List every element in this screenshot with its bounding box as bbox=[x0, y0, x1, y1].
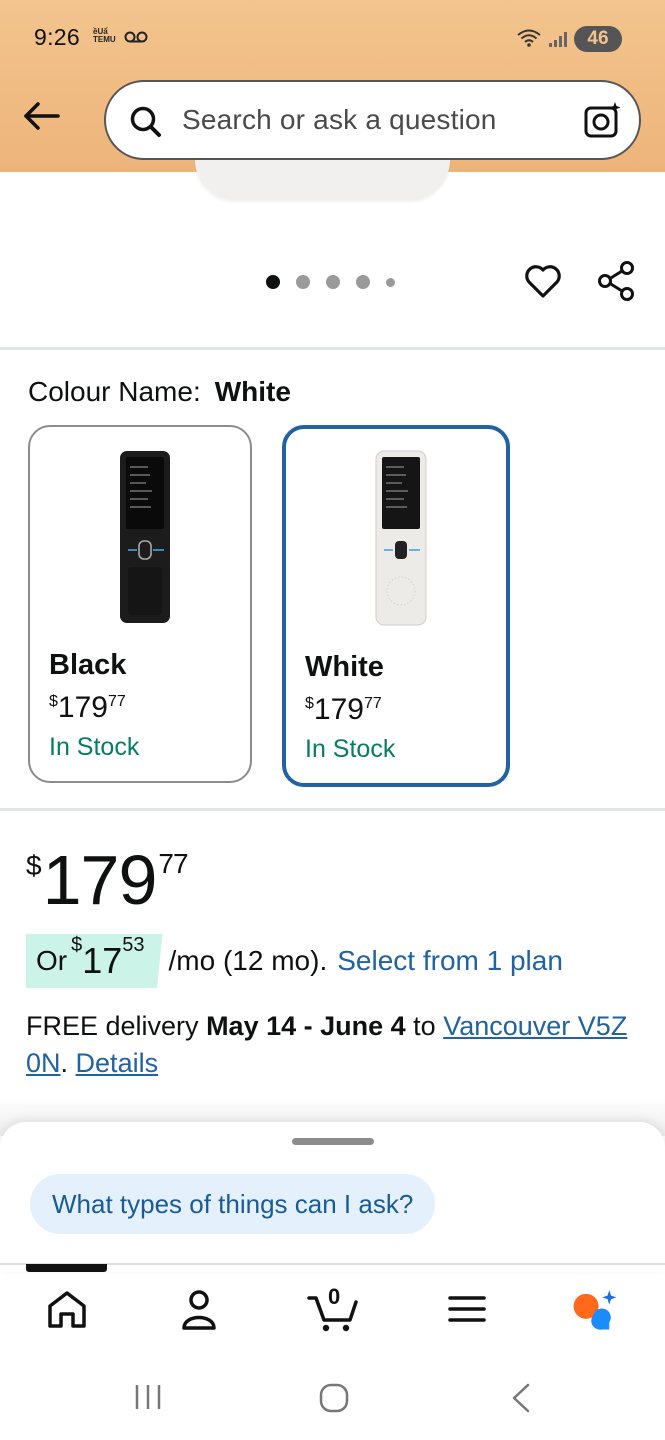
carousel-dot[interactable] bbox=[356, 275, 370, 289]
price-fraction: 77 bbox=[363, 695, 382, 712]
carousel-dot[interactable] bbox=[266, 275, 280, 289]
carousel-dots bbox=[266, 274, 411, 290]
price-whole: 179 bbox=[42, 841, 158, 919]
menu-icon[interactable] bbox=[442, 1284, 492, 1334]
notif-line-2: TEMU bbox=[93, 35, 116, 44]
installment-term: /mo (12 mo). bbox=[168, 945, 328, 976]
signal-icon bbox=[549, 32, 567, 47]
assistant-bottom-sheet: What types of things can I ask? bbox=[0, 1122, 665, 1272]
delivery-prefix: FREE delivery bbox=[26, 1011, 199, 1041]
price-whole: 179 bbox=[57, 691, 108, 724]
bottom-nav: 0 bbox=[0, 1272, 665, 1350]
product-price: $17977 bbox=[26, 840, 189, 920]
price-fraction: 77 bbox=[158, 848, 188, 879]
cart-button[interactable]: 0 bbox=[306, 1284, 362, 1334]
section-divider bbox=[0, 808, 665, 811]
installment-fraction: 53 bbox=[122, 934, 145, 956]
installment-prefix: Or bbox=[36, 945, 68, 976]
installment-badge: Or $1753 bbox=[26, 934, 163, 988]
delivery-period: . bbox=[60, 1048, 69, 1078]
temu-notification-icon: ềUẩ TEMU bbox=[93, 28, 116, 44]
colour-option-black[interactable]: Black $17977 In Stock bbox=[28, 425, 252, 783]
status-time: 9:26 bbox=[34, 24, 80, 50]
swatch-price: $17977 bbox=[49, 691, 126, 725]
rufus-icon[interactable] bbox=[570, 1284, 620, 1334]
section-divider bbox=[0, 347, 665, 350]
active-tab-indicator bbox=[26, 1264, 107, 1272]
price-fraction: 77 bbox=[107, 693, 126, 710]
delivery-info: FREE delivery May 14 - June 4 to Vancouv… bbox=[26, 1008, 636, 1082]
colour-label-text: Colour Name: bbox=[28, 376, 201, 407]
select-plan-link[interactable]: Select from 1 plan bbox=[337, 945, 563, 977]
swatch-price: $17977 bbox=[305, 693, 382, 727]
camera-search-icon[interactable] bbox=[583, 100, 623, 140]
heart-icon[interactable] bbox=[522, 260, 564, 302]
system-back-icon[interactable] bbox=[508, 1382, 536, 1414]
product-image[interactable] bbox=[195, 160, 450, 200]
carousel-dot[interactable] bbox=[386, 277, 395, 287]
delivery-details-link[interactable]: Details bbox=[76, 1048, 159, 1078]
recent-apps-icon[interactable] bbox=[134, 1382, 164, 1412]
price-currency: $ bbox=[305, 695, 314, 712]
colour-label: Colour Name: White bbox=[28, 376, 291, 408]
installment-offer: Or $1753 /mo (12 mo). Select from 1 plan bbox=[26, 934, 563, 988]
stock-status: In Stock bbox=[305, 735, 396, 763]
search-icon bbox=[130, 106, 161, 137]
swatch-name: Black bbox=[49, 649, 127, 681]
delivery-dates: May 14 - June 4 bbox=[206, 1011, 406, 1041]
system-nav-bar bbox=[0, 1352, 665, 1440]
back-arrow-icon[interactable] bbox=[20, 96, 64, 140]
colour-selected-value: White bbox=[214, 376, 291, 407]
stock-status: In Stock bbox=[49, 733, 140, 761]
status-bar: 9:26 ềUẩ TEMU 46 bbox=[0, 0, 665, 78]
home-button-icon[interactable] bbox=[318, 1382, 350, 1414]
white-phone-image bbox=[375, 450, 427, 626]
price-currency: $ bbox=[49, 693, 58, 710]
home-icon[interactable] bbox=[42, 1284, 92, 1334]
price-currency: $ bbox=[26, 850, 42, 881]
installment-currency: $ bbox=[71, 934, 83, 956]
search-bar[interactable]: Search or ask a question bbox=[104, 80, 641, 160]
voicemail-icon bbox=[124, 31, 148, 43]
delivery-to: to bbox=[413, 1011, 436, 1041]
share-icon[interactable] bbox=[596, 260, 638, 302]
battery-level: 46 bbox=[587, 28, 609, 49]
cart-count: 0 bbox=[328, 1284, 341, 1309]
carousel-dot[interactable] bbox=[296, 275, 310, 289]
installment-amount: $1753 bbox=[71, 934, 144, 982]
sheet-drag-handle[interactable] bbox=[292, 1138, 374, 1145]
colour-option-white[interactable]: White $17977 In Stock bbox=[282, 425, 510, 787]
swatch-name: White bbox=[305, 651, 384, 683]
black-phone-image bbox=[120, 451, 170, 623]
account-icon[interactable] bbox=[174, 1284, 224, 1334]
suggestion-chip[interactable]: What types of things can I ask? bbox=[30, 1174, 436, 1234]
app-header: 9:26 ềUẩ TEMU 46 Search or ask a questio… bbox=[0, 0, 665, 172]
battery-indicator: 46 bbox=[574, 26, 622, 52]
installment-whole: 17 bbox=[82, 940, 123, 981]
wifi-icon bbox=[517, 29, 541, 47]
search-input[interactable]: Search or ask a question bbox=[182, 104, 497, 136]
price-whole: 179 bbox=[313, 693, 364, 726]
carousel-dot[interactable] bbox=[326, 275, 340, 289]
